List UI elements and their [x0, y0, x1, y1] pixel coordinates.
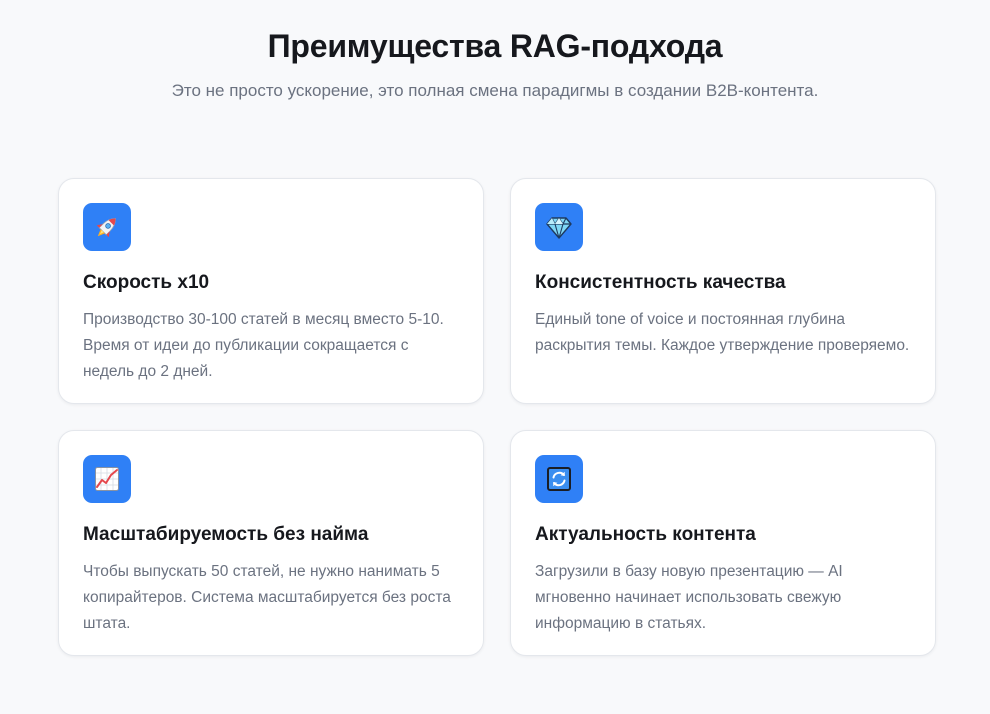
card-description: Единый tone of voice и постоянная глубин… [535, 311, 910, 354]
gem-icon [535, 203, 583, 251]
rocket-icon [83, 203, 131, 251]
refresh-icon [535, 455, 583, 503]
benefit-card-quality: Консистентность качества Единый tone of … [510, 178, 936, 404]
benefits-grid: Скорость x10 Производство 30-100 статей … [58, 178, 936, 656]
card-title: Актуальность контента [535, 524, 756, 545]
card-title: Скорость x10 [83, 272, 210, 293]
card-title: Консистентность качества [535, 272, 786, 293]
page-subtitle: Это не просто ускорение, это полная смен… [171, 81, 819, 100]
chart-increasing-icon [83, 455, 131, 503]
benefits-section: Преимущества RAG-подхода Это не просто у… [0, 0, 990, 714]
benefit-card-relevance: Актуальность контента Загрузили в базу н… [510, 430, 936, 656]
benefit-card-scalability: Масштабируемость без найма Чтобы выпуска… [58, 430, 484, 656]
card-title: Масштабируемость без найма [83, 524, 369, 545]
page-title: Преимущества RAG-подхода [267, 28, 723, 64]
card-description: Производство 30-100 статей в месяц вмест… [83, 311, 444, 380]
card-description: Чтобы выпускать 50 статей, не нужно нани… [83, 563, 451, 632]
card-description: Загрузили в базу новую презентацию — AI … [535, 563, 843, 632]
benefit-card-speed: Скорость x10 Производство 30-100 статей … [58, 178, 484, 404]
